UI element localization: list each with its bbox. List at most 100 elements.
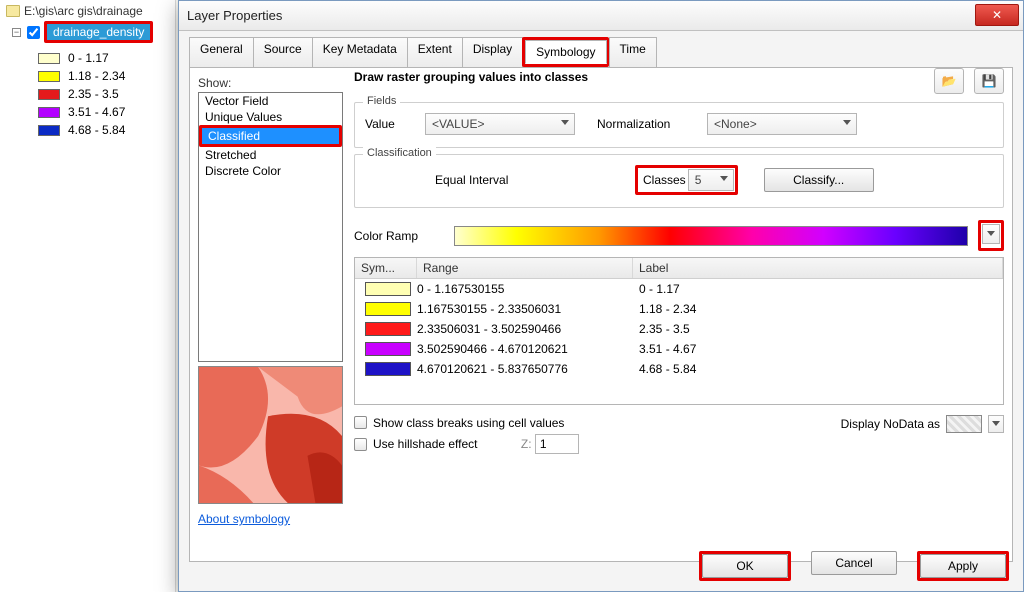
tab-symbology[interactable]: Symbology — [525, 40, 606, 64]
row-label[interactable]: 1.18 - 2.34 — [633, 302, 1003, 316]
tab-extent[interactable]: Extent — [407, 37, 463, 67]
ok-button[interactable]: OK — [702, 554, 788, 578]
preview-raster-icon — [199, 367, 342, 503]
layer-name[interactable]: drainage_density — [47, 24, 150, 40]
folder-icon — [6, 5, 20, 17]
show-option-unique-values[interactable]: Unique Values — [199, 109, 342, 125]
show-option-vector-field[interactable]: Vector Field — [199, 93, 342, 109]
show-option-discrete-color[interactable]: Discrete Color — [199, 163, 342, 179]
table-row[interactable]: 1.167530155 - 2.335060311.18 - 2.34 — [355, 299, 1003, 319]
symbology-preview — [198, 366, 343, 504]
tab-time[interactable]: Time — [609, 37, 657, 67]
open-folder-icon: 📂 — [942, 74, 957, 88]
normalization-dropdown[interactable]: <None> — [707, 113, 857, 135]
row-label[interactable]: 2.35 - 3.5 — [633, 322, 1003, 336]
chevron-down-icon — [843, 120, 851, 125]
show-list[interactable]: Vector Field Unique Values Classified St… — [198, 92, 343, 362]
classify-button-label: Classify... — [793, 173, 844, 187]
legend-row: 1.18 - 2.34 — [38, 69, 169, 83]
classification-method: Equal Interval — [435, 173, 625, 187]
row-range[interactable]: 1.167530155 - 2.33506031 — [417, 302, 633, 316]
legend-row: 2.35 - 3.5 — [38, 87, 169, 101]
row-label[interactable]: 0 - 1.17 — [633, 282, 1003, 296]
legend-label: 1.18 - 2.34 — [68, 69, 125, 83]
hillshade-label: Use hillshade effect — [373, 437, 478, 451]
row-range[interactable]: 3.502590466 - 4.670120621 — [417, 342, 633, 356]
show-option-stretched[interactable]: Stretched — [199, 147, 342, 163]
tab-source[interactable]: Source — [253, 37, 313, 67]
dialog-title: Layer Properties — [187, 8, 282, 23]
table-of-contents: E:\gis\arc gis\drainage − drainage_densi… — [0, 0, 176, 592]
table-row[interactable]: 2.33506031 - 3.5025904662.35 - 3.5 — [355, 319, 1003, 339]
nodata-swatch[interactable] — [946, 415, 982, 433]
value-dropdown-text: <VALUE> — [432, 117, 484, 131]
normalization-dropdown-text: <None> — [714, 117, 757, 131]
layer-properties-dialog: Layer Properties ✕ General Source Key Me… — [178, 0, 1024, 592]
show-cell-values-label: Show class breaks using cell values — [373, 416, 583, 430]
grid-header-label[interactable]: Label — [633, 258, 1003, 278]
show-option-classified[interactable]: Classified — [202, 128, 339, 144]
cancel-button[interactable]: Cancel — [811, 551, 897, 575]
row-label[interactable]: 3.51 - 4.67 — [633, 342, 1003, 356]
row-swatch[interactable] — [365, 322, 411, 336]
z-input[interactable]: 1 — [535, 434, 579, 454]
row-swatch[interactable] — [365, 302, 411, 316]
table-row[interactable]: 3.502590466 - 4.6701206213.51 - 4.67 — [355, 339, 1003, 359]
tab-key-metadata[interactable]: Key Metadata — [312, 37, 408, 67]
grid-header-symbol[interactable]: Sym... — [355, 258, 417, 278]
row-swatch[interactable] — [365, 362, 411, 376]
collapse-icon[interactable]: − — [12, 28, 21, 37]
show-cell-values-checkbox[interactable] — [354, 416, 367, 429]
hillshade-checkbox[interactable] — [354, 438, 367, 451]
close-button[interactable]: ✕ — [975, 4, 1019, 26]
panel-heading: Draw raster grouping values into classes — [354, 70, 1004, 84]
legend-swatch — [38, 89, 60, 100]
normalization-label: Normalization — [597, 117, 697, 131]
nodata-dropdown[interactable] — [988, 415, 1004, 433]
about-symbology-link[interactable]: About symbology — [198, 512, 290, 526]
chevron-down-icon — [987, 231, 995, 236]
row-range[interactable]: 0 - 1.167530155 — [417, 282, 633, 296]
toc-path: E:\gis\arc gis\drainage — [6, 4, 169, 18]
classify-button[interactable]: Classify... — [764, 168, 874, 192]
row-range[interactable]: 4.670120621 - 5.837650776 — [417, 362, 633, 376]
close-icon: ✕ — [992, 8, 1002, 22]
apply-button[interactable]: Apply — [920, 554, 1006, 578]
row-swatch[interactable] — [365, 282, 411, 296]
legend-row: 4.68 - 5.84 — [38, 123, 169, 137]
apply-label: Apply — [948, 559, 978, 573]
color-ramp-caret[interactable] — [982, 224, 1000, 244]
layer-visibility-checkbox[interactable] — [27, 26, 40, 39]
color-ramp-dropdown[interactable] — [454, 226, 968, 246]
legend-swatch — [38, 71, 60, 82]
row-swatch[interactable] — [365, 342, 411, 356]
tab-panel: Show: Vector Field Unique Values Classif… — [189, 67, 1013, 562]
legend-row: 3.51 - 4.67 — [38, 105, 169, 119]
cancel-label: Cancel — [835, 556, 872, 570]
fields-group-label: Fields — [363, 95, 400, 107]
floppy-disk-icon: 💾 — [982, 74, 997, 88]
dialog-titlebar[interactable]: Layer Properties ✕ — [179, 1, 1023, 31]
legend-label: 3.51 - 4.67 — [68, 105, 125, 119]
row-range[interactable]: 2.33506031 - 3.502590466 — [417, 322, 633, 336]
classes-dropdown[interactable]: 5 — [688, 169, 734, 191]
toc-path-text: E:\gis\arc gis\drainage — [24, 4, 143, 18]
toc-legend: 0 - 1.17 1.18 - 2.34 2.35 - 3.5 3.51 - 4… — [38, 51, 169, 137]
grid-header-range[interactable]: Range — [417, 258, 633, 278]
classification-group-label: Classification — [363, 147, 436, 159]
table-row[interactable]: 0 - 1.1675301550 - 1.17 — [355, 279, 1003, 299]
z-value: 1 — [540, 437, 547, 451]
tab-display[interactable]: Display — [462, 37, 523, 67]
class-breaks-grid[interactable]: Sym... Range Label 0 - 1.1675301550 - 1.… — [354, 257, 1004, 405]
value-dropdown[interactable]: <VALUE> — [425, 113, 575, 135]
open-button[interactable]: 📂 — [934, 68, 964, 94]
save-button[interactable]: 💾 — [974, 68, 1004, 94]
table-row[interactable]: 4.670120621 - 5.8376507764.68 - 5.84 — [355, 359, 1003, 379]
tab-general[interactable]: General — [189, 37, 254, 67]
legend-label: 2.35 - 3.5 — [68, 87, 119, 101]
legend-row: 0 - 1.17 — [38, 51, 169, 65]
toc-layer-row[interactable]: − drainage_density — [12, 21, 169, 43]
legend-swatch — [38, 125, 60, 136]
row-label[interactable]: 4.68 - 5.84 — [633, 362, 1003, 376]
classes-label: Classes — [643, 173, 686, 187]
